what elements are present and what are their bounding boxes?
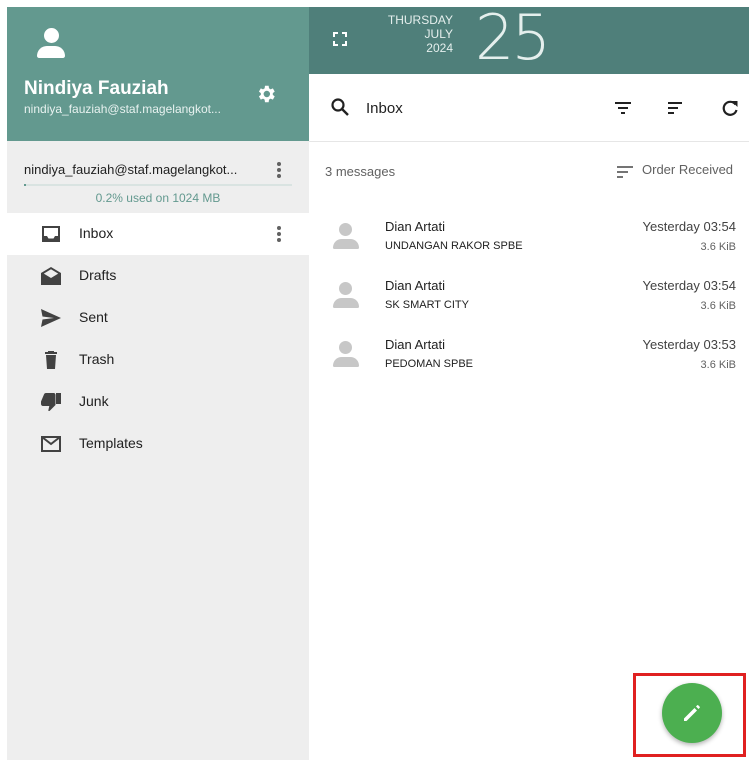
message-sender: Dian Artati [385,219,445,234]
message-count: 3 messages [325,164,396,179]
sender-avatar-icon [333,223,359,251]
year: 2024 [426,41,453,55]
month: JULY [424,27,453,41]
folder-label: Drafts [79,267,117,283]
sender-avatar-icon [333,282,359,310]
account-more-icon[interactable] [269,159,289,181]
envelope-icon [41,436,61,452]
message-sender: Dian Artati [385,337,445,352]
quota-text: 0.2% used on 1024 MB [95,191,221,205]
message-list: Dian Artati UNDANGAN RAKOR SPBE Yesterda… [309,205,749,382]
message-subject: UNDANGAN RAKOR SPBE [385,240,523,252]
send-icon [41,309,61,327]
filter-icon[interactable] [613,98,633,118]
folder-label: Inbox [79,225,114,241]
thumbs-down-icon [41,393,61,411]
message-subject: SK SMART CITY [385,299,469,311]
folder-label: Templates [79,435,143,451]
account-email: nindiya_fauziah@staf.magelangkot... [24,162,238,177]
message-row[interactable]: Dian Artati UNDANGAN RAKOR SPBE Yesterda… [309,205,749,264]
fullscreen-icon[interactable] [333,32,347,46]
folder-sent[interactable]: Sent [7,297,309,339]
user-name: Nindiya Fauziah [24,78,169,99]
sender-avatar-icon [333,341,359,369]
top-bar: THURSDAY JULY 2024 25 [309,1,749,74]
compose-button[interactable] [662,683,722,743]
pencil-icon [684,705,700,721]
trash-icon [45,351,57,369]
account-header: Nindiya Fauziah nindiya_fauziah@staf.mag… [7,7,309,141]
day-number: 25 [475,1,551,74]
order-received-button[interactable]: Order Received [642,162,733,177]
search-icon[interactable] [331,98,349,116]
date-block: THURSDAY JULY 2024 [369,13,453,55]
folder-label: Junk [79,393,109,409]
folder-inbox[interactable]: Inbox [7,213,309,255]
account-row[interactable]: nindiya_fauziah@staf.magelangkot... 0.2%… [7,141,309,213]
sidebar: Nindiya Fauziah nindiya_fauziah@staf.mag… [7,7,309,760]
message-date: Yesterday 03:54 [642,219,736,234]
drafts-icon [41,267,61,285]
message-date: Yesterday 03:54 [642,278,736,293]
quota-bar [24,184,292,186]
message-size: 3.6 KiB [700,359,736,371]
user-email: nindiya_fauziah@staf.magelangkot... [24,102,221,116]
message-sender: Dian Artati [385,278,445,293]
message-row[interactable]: Dian Artati SK SMART CITY Yesterday 03:5… [309,264,749,323]
message-size: 3.6 KiB [700,241,736,253]
folder-junk[interactable]: Junk [7,381,309,423]
folder-label: Sent [79,309,108,325]
message-date: Yesterday 03:53 [642,337,736,352]
refresh-icon[interactable] [720,98,740,118]
folder-trash[interactable]: Trash [7,339,309,381]
message-row[interactable]: Dian Artati PEDOMAN SPBE Yesterday 03:53… [309,323,749,382]
gear-icon[interactable] [255,83,277,105]
sort-icon[interactable] [665,98,685,118]
folder-list: Inbox Drafts Sent Trash Junk Templates [7,213,309,465]
list-toolbar: Inbox [309,74,749,142]
list-meta: 3 messages Order Received [309,143,749,199]
inbox-icon [42,226,60,242]
message-size: 3.6 KiB [700,300,736,312]
user-avatar-icon[interactable] [36,28,66,62]
folder-templates[interactable]: Templates [7,423,309,465]
folder-drafts[interactable]: Drafts [7,255,309,297]
message-subject: PEDOMAN SPBE [385,358,474,370]
quota-fill [24,184,26,186]
sort-order-icon[interactable] [616,165,634,179]
folder-more-icon[interactable] [269,223,289,245]
folder-title: Inbox [366,100,403,117]
folder-label: Trash [79,351,115,367]
weekday: THURSDAY [387,13,453,27]
